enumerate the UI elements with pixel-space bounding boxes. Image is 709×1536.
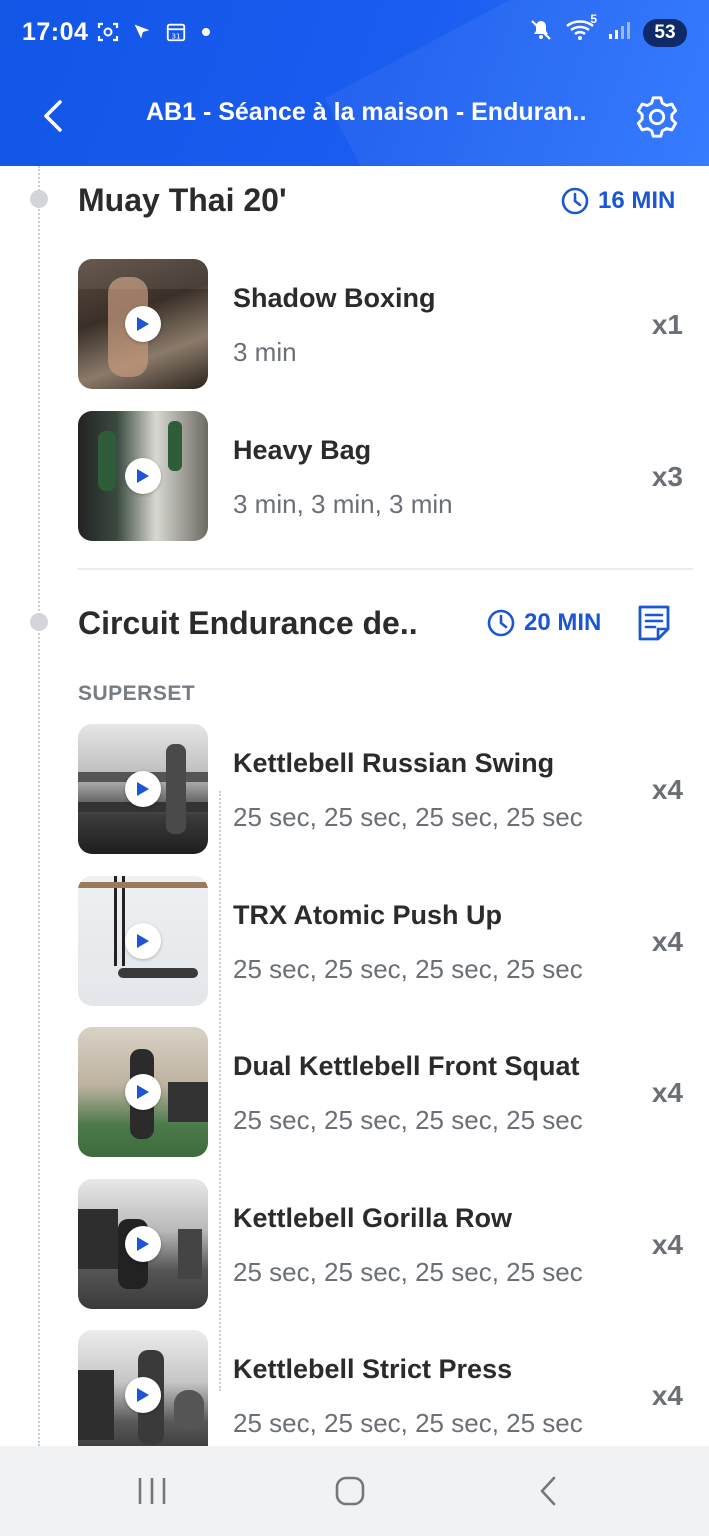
gear-icon (636, 96, 678, 138)
exercise-thumbnail[interactable] (78, 876, 208, 1006)
play-icon (137, 782, 149, 796)
settings-button[interactable] (632, 92, 682, 142)
clock-icon (561, 187, 589, 215)
clock-icon (487, 609, 515, 637)
chevron-left-icon (44, 100, 62, 132)
exercise-name: Kettlebell Strict Press (233, 1354, 513, 1384)
play-icon (137, 1237, 149, 1251)
exercise-thumbnail[interactable] (78, 1027, 208, 1157)
exercise-name: Kettlebell Russian Swing (233, 748, 555, 778)
notification-dot (202, 28, 210, 36)
chevron-left-icon (540, 1476, 556, 1506)
exercise-detail: 3 min (233, 337, 297, 367)
timeline-dot (30, 613, 48, 631)
back-button[interactable] (30, 90, 76, 142)
exercise-detail: 25 sec, 25 sec, 25 sec, 25 sec (233, 802, 583, 832)
play-button[interactable] (125, 458, 161, 494)
section-title: Muay Thai 20' (78, 182, 287, 218)
exercise-name: Shadow Boxing (233, 283, 436, 313)
superset-label: SUPERSET (78, 682, 196, 705)
wifi-badge: 5 (590, 12, 597, 26)
exercise-thumbnail[interactable] (78, 1330, 208, 1446)
exercise-item[interactable]: Kettlebell Gorilla Row 25 sec, 25 sec, 2… (78, 1179, 693, 1309)
play-button[interactable] (125, 306, 161, 342)
exercise-detail: 3 min, 3 min, 3 min (233, 489, 453, 519)
recent-apps-icon (138, 1478, 166, 1504)
screenshot-icon (96, 20, 120, 44)
exercise-count: x4 (651, 1229, 683, 1260)
exercise-name: TRX Atomic Push Up (233, 900, 503, 930)
exercise-item[interactable]: Kettlebell Russian Swing 25 sec, 25 sec,… (78, 724, 693, 854)
play-icon (137, 1388, 149, 1402)
duration-label: 20 MIN (524, 609, 602, 636)
notes-icon (638, 605, 670, 641)
exercise-detail: 25 sec, 25 sec, 25 sec, 25 sec (233, 954, 583, 984)
exercise-name: Heavy Bag (233, 435, 372, 465)
page-title: AB1 - Séance à la maison - Enduran.. (146, 98, 587, 126)
notes-button[interactable] (634, 603, 674, 643)
home-icon (335, 1476, 365, 1506)
section-duration: 20 MIN (486, 608, 601, 638)
location-arrow-icon (130, 20, 154, 44)
section-duration: 16 MIN (560, 186, 675, 216)
play-icon (137, 934, 149, 948)
nav-bar: AB1 - Séance à la maison - Enduran.. (0, 66, 709, 166)
timeline-line (38, 166, 40, 1446)
exercise-thumbnail[interactable] (78, 724, 208, 854)
exercise-item[interactable]: Heavy Bag 3 min, 3 min, 3 min x3 (78, 411, 693, 541)
exercise-detail: 25 sec, 25 sec, 25 sec, 25 sec (233, 1257, 583, 1287)
battery-indicator: 53 (643, 18, 687, 47)
play-button[interactable] (125, 1074, 161, 1110)
exercise-count: x1 (651, 309, 683, 340)
exercise-item[interactable]: TRX Atomic Push Up 25 sec, 25 sec, 25 se… (78, 876, 693, 1006)
play-button[interactable] (125, 771, 161, 807)
app-header: 17:04 31 5 53 AB1 - Séance à la maison -… (0, 0, 709, 166)
timeline-dot (30, 190, 48, 208)
exercise-item[interactable]: Shadow Boxing 3 min x1 (78, 259, 693, 389)
exercise-count: x4 (651, 774, 683, 805)
system-nav-bar (0, 1446, 709, 1536)
exercise-thumbnail[interactable] (78, 259, 208, 389)
section-title: Circuit Endurance de.. (78, 605, 418, 641)
exercise-item[interactable]: Dual Kettlebell Front Squat 25 sec, 25 s… (78, 1027, 693, 1157)
exercise-count: x4 (651, 1077, 683, 1108)
workout-content[interactable]: Muay Thai 20' 16 MIN Shadow Boxing 3 min… (0, 166, 709, 1446)
exercise-count: x4 (651, 1380, 683, 1411)
play-icon (137, 1085, 149, 1099)
status-time: 17:04 (22, 18, 89, 46)
mute-icon (529, 18, 553, 47)
exercise-thumbnail[interactable] (78, 411, 208, 541)
calendar-icon: 31 (164, 20, 188, 44)
exercise-detail: 25 sec, 25 sec, 25 sec, 25 sec (233, 1408, 583, 1438)
section-divider (78, 568, 693, 570)
exercise-name: Dual Kettlebell Front Squat (233, 1051, 580, 1081)
svg-text:31: 31 (171, 31, 180, 40)
cell-signal-icon (607, 18, 631, 47)
status-bar: 17:04 31 5 53 (0, 0, 709, 66)
exercise-item[interactable]: Kettlebell Strict Press 25 sec, 25 sec, … (78, 1330, 693, 1446)
exercise-thumbnail[interactable] (78, 1179, 208, 1309)
play-button[interactable] (125, 923, 161, 959)
play-icon (137, 317, 149, 331)
exercise-name: Kettlebell Gorilla Row (233, 1203, 513, 1233)
status-icons-left: 31 (96, 20, 210, 44)
play-button[interactable] (125, 1377, 161, 1413)
system-back-button[interactable] (518, 1466, 578, 1516)
status-icons-right: 5 53 (529, 12, 687, 47)
exercise-count: x4 (651, 926, 683, 957)
recent-apps-button[interactable] (122, 1466, 182, 1516)
play-icon (137, 469, 149, 483)
home-button[interactable] (320, 1466, 380, 1516)
exercise-detail: 25 sec, 25 sec, 25 sec, 25 sec (233, 1105, 583, 1135)
exercise-count: x3 (651, 461, 683, 492)
play-button[interactable] (125, 1226, 161, 1262)
duration-label: 16 MIN (598, 187, 676, 214)
wifi-icon: 5 (565, 12, 597, 47)
